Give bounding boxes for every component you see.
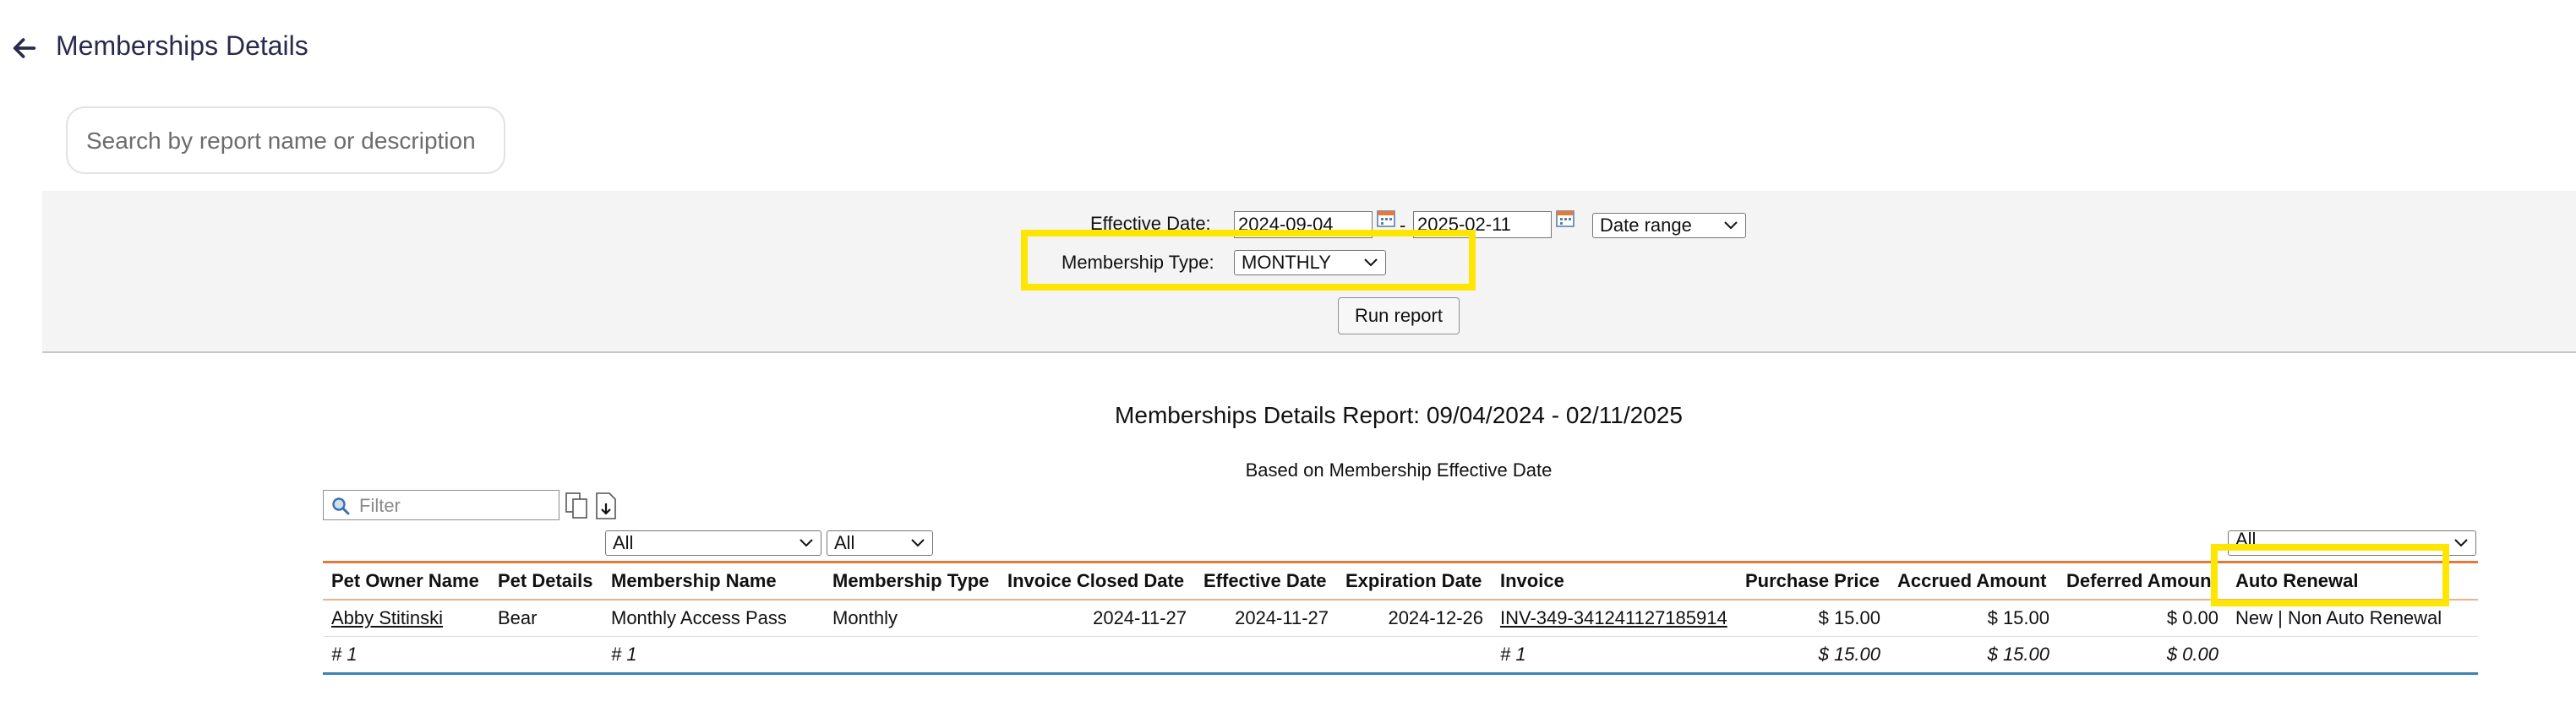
copy-icon[interactable]	[565, 492, 590, 520]
total-empty-cell	[1195, 636, 1337, 675]
total-owner-count: # 1	[323, 636, 489, 675]
date-range-value: Date range	[1600, 215, 1692, 236]
back-arrow-icon[interactable]	[10, 34, 39, 63]
membership-name-column-filter[interactable]: All	[605, 530, 821, 556]
column-header[interactable]: Invoice	[1492, 561, 1737, 601]
table-row: Abby Stitinski Bear Monthly Access Pass …	[323, 600, 2478, 637]
column-header[interactable]: Accrued Amount	[1889, 561, 2058, 601]
totals-row: # 1 # 1 # 1 $ 15.00 $ 15.00 $ 0.00	[323, 636, 2478, 675]
total-membership-count: # 1	[603, 636, 824, 675]
membership-type-highlight	[1021, 230, 1476, 291]
table-filter-box[interactable]	[323, 490, 559, 520]
expiration-date-cell: 2024-12-26	[1337, 600, 1492, 637]
total-invoice-count: # 1	[1492, 636, 1737, 675]
total-empty-cell	[1337, 636, 1492, 675]
accrued-amount-cell: $ 15.00	[1889, 600, 2058, 637]
column-header[interactable]: Membership Name	[603, 561, 824, 601]
column-header[interactable]: Invoice Closed Date	[999, 561, 1195, 601]
column-header[interactable]: Pet Details	[489, 561, 603, 601]
invoice-closed-date-cell: 2024-11-27	[999, 600, 1195, 637]
pet-owner-link[interactable]: Abby Stitinski	[331, 607, 443, 628]
page-title: Memberships Details	[56, 30, 308, 61]
purchase-price-cell: $ 15.00	[1737, 600, 1889, 637]
date-range-select[interactable]: Date range	[1592, 213, 1746, 238]
column-header[interactable]: Deferred Amoun	[2058, 561, 2227, 601]
total-empty-cell	[489, 636, 603, 675]
chevron-down-icon	[2454, 539, 2468, 547]
total-empty-cell	[824, 636, 999, 675]
report-subtitle: Based on Membership Effective Date	[1245, 459, 1553, 481]
calendar-icon[interactable]	[1376, 208, 1396, 228]
total-empty-cell	[2227, 636, 2478, 675]
run-report-button[interactable]: Run report	[1338, 297, 1460, 334]
membership-type-column-filter[interactable]: All	[827, 530, 933, 556]
total-deferred-amount: $ 0.00	[2058, 636, 2227, 675]
effective-date-cell: 2024-11-27	[1195, 600, 1337, 637]
column-header[interactable]: Expiration Date	[1337, 561, 1492, 601]
search-icon	[332, 497, 350, 515]
report-search-box[interactable]	[66, 106, 505, 174]
total-accrued-amount: $ 15.00	[1889, 636, 2058, 675]
column-header[interactable]: Purchase Price	[1737, 561, 1889, 601]
download-icon[interactable]	[593, 492, 619, 520]
report-title: Memberships Details Report: 09/04/2024 -…	[1115, 402, 1683, 428]
chevron-down-icon	[911, 539, 925, 547]
membership-name-filter-value: All	[613, 532, 634, 553]
total-empty-cell	[999, 636, 1195, 675]
membership-type-filter-value: All	[834, 532, 855, 553]
membership-type-cell: Monthly	[824, 600, 999, 637]
page-header: Memberships Details	[0, 0, 2576, 101]
report-table: Pet Owner Name Pet Details Membership Na…	[323, 561, 2478, 675]
pet-details-cell: Bear	[489, 600, 603, 637]
table-header-row: Pet Owner Name Pet Details Membership Na…	[323, 561, 2478, 601]
chevron-down-icon	[1724, 221, 1738, 230]
calendar-icon[interactable]	[1555, 208, 1575, 228]
membership-name-cell: Monthly Access Pass	[603, 600, 824, 637]
total-purchase-price: $ 15.00	[1737, 636, 1889, 675]
chevron-down-icon	[800, 539, 813, 547]
table-filter-input[interactable]	[357, 492, 555, 519]
column-header[interactable]: Pet Owner Name	[323, 561, 489, 601]
auto-renewal-highlight	[2211, 544, 2449, 606]
invoice-link[interactable]: INV-349-341241127185914	[1500, 607, 1727, 628]
column-header[interactable]: Membership Type	[824, 561, 999, 601]
deferred-amount-cell: $ 0.00	[2058, 600, 2227, 637]
column-header[interactable]: Effective Date	[1195, 561, 1337, 601]
report-search-input[interactable]	[85, 108, 494, 174]
